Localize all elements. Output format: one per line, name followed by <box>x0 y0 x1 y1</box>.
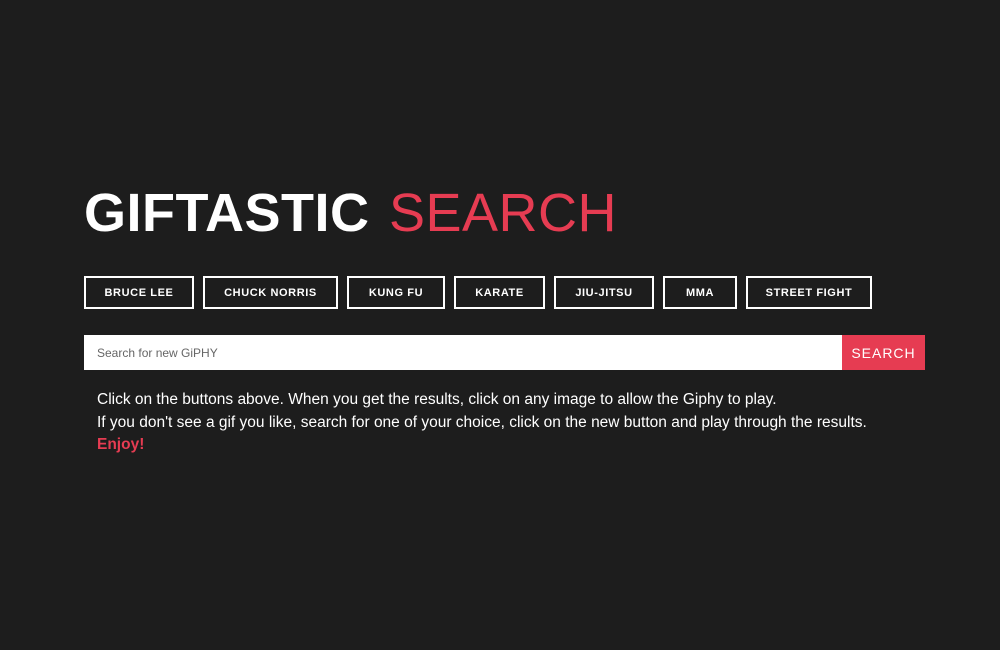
instructions-line-1: Click on the buttons above. When you get… <box>97 391 777 408</box>
title-light: SEARCH <box>388 183 618 243</box>
topic-button-kung-fu[interactable]: KUNG FU <box>347 276 445 309</box>
title-bold: GIFTASTIC <box>84 183 370 243</box>
topic-button-bruce-lee[interactable]: BRUCE LEE <box>84 276 194 309</box>
instructions-line-2: If you don't see a gif you like, search … <box>97 413 867 431</box>
topic-button-mma[interactable]: MMA <box>663 276 737 309</box>
search-button[interactable]: SEARCH <box>842 335 925 370</box>
topic-button-street-fight[interactable]: STREET FIGHT <box>746 276 872 309</box>
search-input[interactable] <box>84 335 842 370</box>
topic-button-jiu-jitsu[interactable]: JIU-JITSU <box>554 276 654 309</box>
page-title: GIFTASTIC SEARCH <box>84 182 617 244</box>
page: GIFTASTIC SEARCH BRUCE LEE CHUCK NORRIS … <box>0 0 1000 650</box>
topic-button-row: BRUCE LEE CHUCK NORRIS KUNG FU KARATE JI… <box>84 276 872 309</box>
search-bar: SEARCH <box>84 335 925 370</box>
instructions: Click on the buttons above. When you get… <box>97 389 867 457</box>
topic-button-chuck-norris[interactable]: CHUCK NORRIS <box>203 276 338 309</box>
enjoy-text: Enjoy! <box>97 436 145 453</box>
topic-button-karate[interactable]: KARATE <box>454 276 545 309</box>
